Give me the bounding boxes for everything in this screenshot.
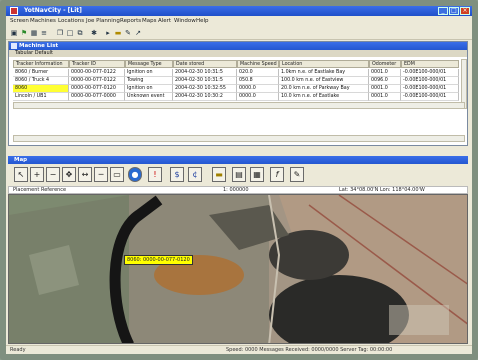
map-info-bar: Placement Reference 1: 000000 Lat: 34°08… bbox=[8, 186, 468, 194]
menu-window[interactable]: Window bbox=[174, 18, 196, 24]
map-panel-header: Map bbox=[8, 156, 468, 164]
status-details: Speed: 0000 Messages Received: 0000/0000… bbox=[226, 347, 393, 353]
list-icon[interactable]: ≡ bbox=[40, 29, 48, 37]
menu-alert[interactable]: Alert bbox=[158, 18, 171, 24]
table-row-selected[interactable]: 8060 0000-00-077-0120 Ignition on 2004-0… bbox=[13, 85, 465, 93]
column-header[interactable]: Tracker Information bbox=[13, 60, 69, 68]
play-icon[interactable]: ▸ bbox=[104, 29, 112, 37]
currency-icon[interactable]: ¢ bbox=[188, 167, 202, 182]
column-header[interactable]: Message Type bbox=[125, 60, 173, 68]
menu-machines[interactable]: Machines bbox=[30, 18, 56, 24]
table-row[interactable]: 8060 / Truck 4 0000-00-077-0122 Towing 2… bbox=[13, 77, 465, 85]
status-ready: Ready bbox=[10, 347, 26, 353]
table-row[interactable]: Lincoln / UB1 0000-00-077-0000 Unknown e… bbox=[13, 93, 465, 101]
measure-icon[interactable]: ↔ bbox=[78, 167, 92, 182]
pin-icon[interactable]: ✱ bbox=[90, 29, 98, 37]
machine-list-panel: Machine List Tabular Default Tracker Inf… bbox=[8, 41, 468, 146]
map-panel-title: Map bbox=[14, 157, 28, 163]
table-row[interactable]: 8060 / Burner 0000-00-077-0122 Ignition … bbox=[13, 69, 465, 77]
flag-icon[interactable]: ⚑ bbox=[20, 29, 28, 37]
view-selector[interactable]: Tabular Default bbox=[9, 50, 467, 57]
edit-icon[interactable]: ✎ bbox=[290, 167, 304, 182]
main-toolbar: ▣ ⚑ ▦ ≡ ❐ □ ⧉ ✱ ▸ ▬ ✎ ↗ bbox=[6, 27, 472, 40]
table-icon[interactable]: ▦ bbox=[250, 167, 264, 182]
status-bar: Ready Speed: 0000 Messages Received: 000… bbox=[6, 345, 472, 354]
menu-screen[interactable]: Screen bbox=[10, 18, 29, 24]
layer-icon[interactable]: ▬ bbox=[212, 167, 226, 182]
close-button[interactable]: × bbox=[460, 7, 470, 15]
machine-list-title: Machine List bbox=[19, 43, 59, 49]
pencil-icon[interactable]: ✎ bbox=[124, 29, 132, 37]
menu-reports[interactable]: Reports bbox=[120, 18, 141, 24]
menu-maps[interactable]: Maps bbox=[142, 18, 156, 24]
map-toolbar: ↖ + − ✥ ↔ ─ ▭ ● ! $ ¢ ▬ ▤ ▦ f ✎ bbox=[8, 164, 468, 186]
view-selector-label: Tabular Default bbox=[15, 50, 54, 56]
table-header: Tracker Information Tracker ID Message T… bbox=[13, 60, 465, 68]
title-bar: YotNavCity - [Lit] _ □ × bbox=[6, 6, 472, 16]
minimize-button[interactable]: _ bbox=[438, 7, 448, 15]
menu-locations[interactable]: Locations bbox=[58, 18, 84, 24]
machine-list-header: Machine List bbox=[9, 42, 467, 50]
column-header[interactable]: Date stored bbox=[173, 60, 237, 68]
alert-icon[interactable]: ! bbox=[148, 167, 162, 182]
pan-icon[interactable]: ✥ bbox=[62, 167, 76, 182]
cascade-icon[interactable]: ⧉ bbox=[76, 29, 84, 37]
folder-icon[interactable]: ▬ bbox=[114, 29, 122, 37]
maximize-button[interactable]: □ bbox=[449, 7, 459, 15]
tool-icon[interactable]: ↗ bbox=[134, 29, 142, 37]
dollar-icon[interactable]: $ bbox=[170, 167, 184, 182]
map-scale: 1: 000000 bbox=[223, 187, 249, 193]
menu-help[interactable]: Help bbox=[196, 18, 209, 24]
save-icon[interactable]: ▣ bbox=[10, 29, 18, 37]
zoom-out-icon[interactable]: − bbox=[46, 167, 60, 182]
main-window: YotNavCity - [Lit] _ □ × Screen Machines… bbox=[6, 6, 472, 354]
window-title: YotNavCity - [Lit] bbox=[24, 7, 82, 14]
column-header[interactable]: Location bbox=[279, 60, 369, 68]
menu-job-planning[interactable]: Joe Planning bbox=[86, 18, 120, 24]
function-icon[interactable]: f bbox=[270, 167, 284, 182]
panel-scrollbar[interactable] bbox=[13, 135, 465, 142]
column-header[interactable]: Machine Speed bbox=[237, 60, 279, 68]
print-icon[interactable]: ▤ bbox=[232, 167, 246, 182]
fit-icon[interactable]: ▭ bbox=[110, 167, 124, 182]
column-header[interactable]: EDM bbox=[401, 60, 459, 68]
zoom-in-icon[interactable]: + bbox=[30, 167, 44, 182]
grid-icon[interactable]: ▦ bbox=[30, 29, 38, 37]
copy-icon[interactable]: ❐ bbox=[56, 29, 64, 37]
pointer-icon[interactable]: ↖ bbox=[14, 167, 28, 182]
list-window-icon bbox=[11, 43, 17, 49]
satellite-imagery bbox=[9, 195, 467, 343]
menu-bar: Screen Machines Locations Joe Planning R… bbox=[6, 17, 472, 26]
line-tool-icon[interactable]: ─ bbox=[94, 167, 108, 182]
table-horizontal-scrollbar[interactable] bbox=[13, 102, 465, 109]
satellite-map[interactable]: 8060: 0000-00-077-0120 bbox=[8, 194, 468, 344]
globe-icon[interactable]: ● bbox=[128, 167, 142, 182]
app-icon bbox=[10, 7, 18, 15]
coordinate-readout: Lat: 34°08.00'N Lon: 118°04.00'W bbox=[339, 187, 425, 193]
vehicle-marker-label[interactable]: 8060: 0000-00-077-0120 bbox=[124, 255, 193, 265]
column-header[interactable]: Odometer bbox=[369, 60, 401, 68]
window-icon[interactable]: □ bbox=[66, 29, 74, 37]
column-header[interactable]: Tracker ID bbox=[69, 60, 125, 68]
placement-reference: Placement Reference bbox=[13, 187, 67, 193]
